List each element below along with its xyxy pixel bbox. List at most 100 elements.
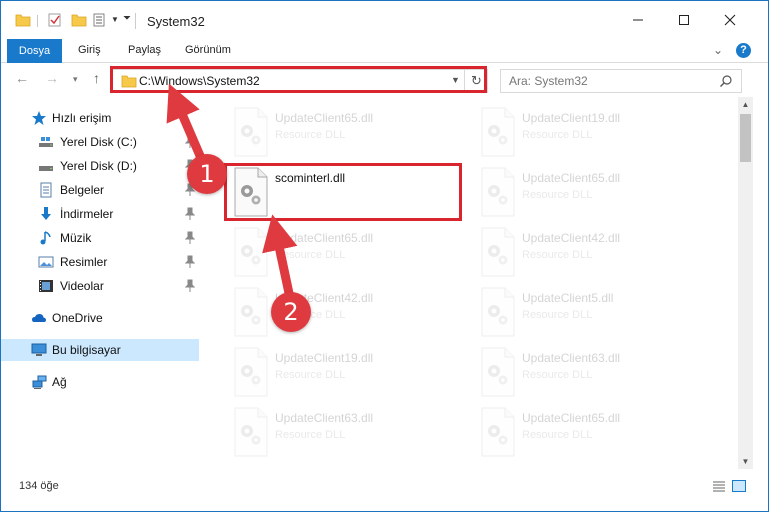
search-box[interactable]: Ara: System32	[500, 69, 742, 93]
sidebar-item-label: Yerel Disk (D:)	[60, 159, 137, 173]
file-type: Resource DLL	[275, 429, 346, 441]
file-type: Resource DLL	[522, 429, 593, 441]
file-item[interactable]: UpdateClient42.dllResource DLL	[231, 285, 466, 341]
sidebar-item-downloads[interactable]: İndirmeler	[1, 203, 201, 225]
dll-file-icon	[481, 347, 515, 397]
address-path[interactable]: C:\Windows\System32	[139, 74, 260, 88]
file-name: UpdateClient19.dll	[522, 111, 621, 125]
dll-file-icon	[481, 287, 515, 337]
details-view-icon[interactable]	[712, 480, 726, 492]
tab-view[interactable]: Görünüm	[185, 44, 231, 56]
refresh-icon: ↻	[471, 73, 482, 88]
file-item[interactable]: UpdateClient65.dll Resource DLL	[231, 105, 466, 161]
sidebar-item-documents[interactable]: Belgeler	[1, 179, 201, 201]
back-arrow-icon[interactable]: ←	[15, 70, 29, 86]
file-name: UpdateClient65.dll	[522, 171, 621, 185]
file-item[interactable]: UpdateClient65.dll Resource DLL	[478, 405, 713, 461]
sidebar-item-label: Hızlı erişim	[52, 111, 112, 125]
scroll-up-arrow-icon[interactable]: ▲	[738, 97, 753, 112]
file-item[interactable]: UpdateClient19.dll Resource DLL	[231, 345, 466, 401]
pin-icon[interactable]	[184, 231, 196, 245]
maximize-button[interactable]	[661, 1, 707, 39]
help-icon[interactable]: ?	[736, 43, 751, 58]
maximize-icon	[679, 15, 689, 25]
file-item[interactable]: UpdateClient19.dll Resource DLL	[478, 105, 713, 161]
address-dropdown-icon[interactable]: ▼	[451, 75, 460, 85]
file-type: Resource DLL	[275, 129, 346, 141]
drive-icon	[39, 166, 53, 171]
sidebar-item-network[interactable]: Ağ	[1, 371, 201, 393]
tab-home[interactable]: Giriş	[78, 44, 101, 56]
scroll-down-arrow-icon[interactable]: ▼	[738, 454, 753, 469]
sidebar-item-label: Videolar	[60, 279, 104, 293]
sidebar-item-videos[interactable]: Videolar	[1, 275, 201, 297]
pin-icon[interactable]	[184, 279, 196, 293]
computer-icon	[31, 343, 47, 356]
sidebar-item-label: OneDrive	[52, 311, 103, 325]
sidebar-item-quick-access[interactable]: Hızlı erişim	[1, 107, 201, 129]
close-icon	[724, 14, 736, 26]
sidebar-item-music[interactable]: Müzik	[1, 227, 201, 249]
large-icons-view-icon[interactable]	[732, 480, 746, 492]
quick-access-dropdown-icon[interactable]: ▼	[111, 15, 119, 24]
sidebar-item-label: Yerel Disk (C:)	[60, 135, 137, 149]
file-list: UpdateClient65.dll Resource DLL UpdateClie…	[206, 97, 738, 469]
drive-icon	[39, 137, 53, 147]
file-name: UpdateClient65.dll	[522, 411, 621, 425]
forward-arrow-icon[interactable]: →	[45, 70, 59, 86]
file-item[interactable]: UpdateClient63.dll Resource DLL	[231, 405, 466, 461]
tab-share[interactable]: Paylaş	[128, 44, 161, 56]
sidebar-item-pictures[interactable]: Resimler	[1, 251, 201, 273]
close-button[interactable]	[707, 1, 753, 39]
vertical-scrollbar[interactable]: ▲ ▼	[738, 97, 753, 469]
sidebar-item-label: Bu bilgisayar	[52, 343, 121, 357]
customize-view-icon[interactable]	[93, 13, 109, 27]
scroll-thumb[interactable]	[740, 114, 751, 162]
file-item[interactable]: UpdateClient63.dll Resource DLL	[478, 345, 713, 401]
file-item[interactable]: UpdateClient65.dll Resource DLL	[231, 225, 466, 281]
sidebar-item-local-disk-c[interactable]: Yerel Disk (C:)	[1, 131, 201, 153]
file-name: UpdateClient19.dll	[275, 351, 374, 365]
up-arrow-icon[interactable]: ↑	[93, 70, 100, 86]
sidebar-item-local-disk-d[interactable]: Yerel Disk (D:)	[1, 155, 201, 177]
videos-icon	[39, 280, 53, 292]
minimize-icon	[633, 19, 643, 21]
status-bar: 134 öğe	[1, 475, 768, 497]
step-badge-1: 1	[187, 154, 227, 194]
dll-file-icon	[234, 407, 268, 457]
file-name: UpdateClient65.dll	[275, 231, 374, 245]
file-name: UpdateClient42.dll	[522, 231, 621, 245]
file-item[interactable]: UpdateClient5.dll Resource DLL	[478, 285, 713, 341]
address-bar[interactable]: C:\Windows\System32 ▼ ↻	[112, 69, 488, 93]
new-folder-icon[interactable]	[71, 13, 87, 27]
sidebar-item-label: Müzik	[60, 231, 92, 245]
file-type: Resource DLL	[275, 369, 346, 381]
dll-file-icon	[481, 407, 515, 457]
pin-icon[interactable]	[184, 255, 196, 269]
navigation-pane: Hızlı erişim Yerel Disk (C:) Yerel Disk …	[1, 101, 206, 469]
quick-access-divider	[37, 15, 38, 27]
customize-quick-access-icon[interactable]: ⏷	[123, 13, 131, 24]
folder-icon[interactable]	[15, 13, 31, 27]
file-item[interactable]: scominterl.dll	[231, 165, 466, 221]
dll-file-icon	[234, 107, 268, 157]
recent-locations-chevron-icon[interactable]: ▾	[73, 74, 78, 85]
file-item[interactable]: UpdateClient65.dll Resource DLL	[478, 165, 713, 221]
pin-icon[interactable]	[184, 135, 196, 149]
search-input[interactable]: Ara: System32	[509, 74, 588, 88]
navigation-bar: ← → ▾ ↑ C:\Windows\System32 ▼ ↻ Ara: Sys…	[1, 63, 768, 97]
refresh-button[interactable]: ↻	[464, 70, 488, 92]
tab-file[interactable]: Dosya	[7, 39, 62, 63]
sidebar-item-onedrive[interactable]: OneDrive	[1, 307, 201, 329]
sidebar-item-label: Belgeler	[60, 183, 105, 197]
file-type: Resource DLL	[522, 129, 593, 141]
expand-ribbon-chevron-icon[interactable]: ⌄	[713, 43, 723, 57]
minimize-button[interactable]	[615, 1, 661, 39]
file-type: Resource DLL	[522, 249, 593, 261]
sidebar-item-this-pc[interactable]: Bu bilgisayar	[1, 339, 199, 361]
file-type: Resource DLL	[522, 189, 593, 201]
pin-icon[interactable]	[184, 207, 196, 221]
properties-check-icon[interactable]	[47, 13, 63, 27]
file-item[interactable]: UpdateClient42.dll Resource DLL	[478, 225, 713, 281]
network-icon	[32, 375, 47, 389]
